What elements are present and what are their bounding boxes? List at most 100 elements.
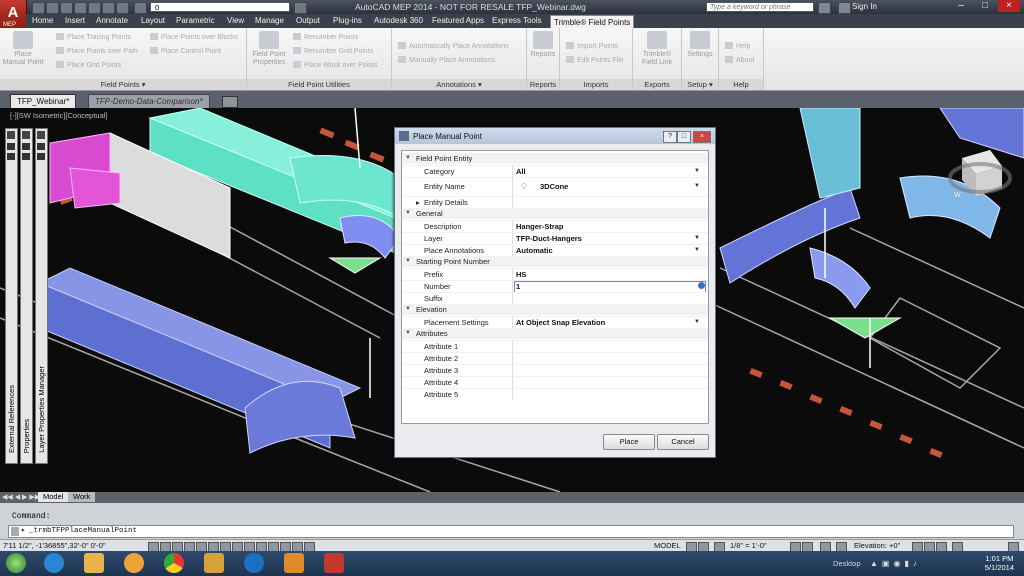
cancel-button[interactable]: Cancel bbox=[657, 434, 709, 450]
coordinates-readout[interactable]: 7'11 1/2", -1'36855",32'-0" 0'-0" bbox=[3, 541, 106, 550]
dropdown-arrow-icon[interactable]: ▼ bbox=[694, 317, 700, 328]
tab-plugins[interactable]: Plug-ins bbox=[333, 14, 362, 28]
redo-icon[interactable] bbox=[116, 2, 129, 14]
palette-layer-properties-manager[interactable]: Layer Properties Manager bbox=[35, 128, 48, 464]
tab-nav-arrows-icon[interactable]: ◀◀ ◀ ▶ ▶▶ bbox=[2, 493, 40, 501]
model-space-toggle[interactable]: MODEL bbox=[654, 541, 681, 550]
tab-view[interactable]: View bbox=[227, 14, 244, 28]
palette-external-references[interactable]: External References bbox=[5, 128, 18, 464]
panel-title[interactable]: Field Points ▾ bbox=[0, 79, 246, 90]
close-icon[interactable] bbox=[37, 131, 45, 139]
archive-icon[interactable] bbox=[204, 553, 224, 573]
property-row-description[interactable]: Description Hanger-Strap bbox=[402, 220, 708, 232]
maximize-button[interactable]: □ bbox=[974, 0, 996, 12]
property-row-attribute-4[interactable]: Attribute 4 bbox=[402, 376, 708, 388]
media-player-icon[interactable] bbox=[124, 553, 144, 573]
property-row-number[interactable]: Number 1 bbox=[402, 280, 708, 293]
settings-button[interactable]: Settings bbox=[684, 31, 716, 59]
doc-tab-tfp-webinar[interactable]: TFP_Webinar* bbox=[10, 94, 77, 109]
tab-manage[interactable]: Manage bbox=[255, 14, 284, 28]
command-input[interactable]: ▸ _trmbTFPPlaceManualPoint bbox=[8, 525, 1014, 538]
open-icon[interactable] bbox=[46, 2, 59, 14]
search-icon[interactable] bbox=[818, 2, 831, 14]
system-clock[interactable]: 1:01 PM 5/1/2014 bbox=[985, 554, 1014, 572]
edit-points-file-button[interactable]: Edit Points File bbox=[566, 56, 624, 64]
property-row-attribute-1[interactable]: Attribute 1 bbox=[402, 340, 708, 352]
place-block-over-points-button[interactable]: Place Block over Points bbox=[293, 61, 378, 69]
undo-icon[interactable] bbox=[102, 2, 115, 14]
tab-output[interactable]: Output bbox=[296, 14, 320, 28]
place-points-over-path-button[interactable]: Place Points over Path bbox=[56, 47, 138, 55]
field-point-properties-button[interactable]: Field Point Properties bbox=[249, 31, 289, 67]
autocad-taskbar-icon[interactable] bbox=[324, 553, 344, 573]
section-starting-point-number[interactable]: ▼ Starting Point Number bbox=[402, 256, 708, 267]
model-tab[interactable]: Model bbox=[38, 492, 69, 502]
property-row-layer[interactable]: Layer TFP-Duct-Hangers ▼ bbox=[402, 232, 708, 244]
close-icon[interactable] bbox=[11, 527, 19, 536]
start-button-icon[interactable] bbox=[6, 553, 26, 573]
manual-place-annotations-button[interactable]: Manually Place Annotations bbox=[398, 56, 495, 64]
property-row-place-annotations[interactable]: Place Annotations Automatic ▼ bbox=[402, 244, 708, 256]
place-control-point-button[interactable]: Place Control Point bbox=[150, 47, 221, 55]
customize-icon[interactable] bbox=[294, 2, 307, 14]
about-button[interactable]: About bbox=[725, 56, 754, 64]
search-input[interactable]: Type a keyword or phrase bbox=[706, 2, 814, 12]
minimize-button[interactable]: – bbox=[950, 0, 972, 12]
dialog-close-button[interactable]: × bbox=[693, 131, 711, 143]
property-row-attribute-5[interactable]: Attribute 5 bbox=[402, 388, 708, 400]
pin-icon[interactable] bbox=[22, 143, 30, 150]
trimble-field-link-button[interactable]: Trimble® Field Link bbox=[635, 31, 679, 67]
auto-place-annotations-button[interactable]: Automatically Place Annotations bbox=[398, 42, 509, 50]
system-tray-icons[interactable]: ▲▣◉▮♪ bbox=[870, 559, 940, 569]
section-general[interactable]: ▼ General bbox=[402, 208, 708, 219]
internet-explorer-icon[interactable] bbox=[44, 553, 64, 573]
pin-icon[interactable] bbox=[37, 143, 45, 150]
menu-icon[interactable] bbox=[22, 153, 30, 160]
new-icon[interactable] bbox=[32, 2, 45, 14]
chrome-icon[interactable] bbox=[164, 553, 184, 573]
place-grid-points-button[interactable]: Place Grid Points bbox=[56, 61, 121, 69]
new-tab-icon[interactable] bbox=[222, 96, 238, 108]
menu-icon[interactable] bbox=[7, 153, 15, 160]
tab-trimble-field-points[interactable]: Trimble® Field Points bbox=[550, 15, 635, 29]
property-row-attribute-3[interactable]: Attribute 3 bbox=[402, 364, 708, 376]
network-icon[interactable] bbox=[244, 553, 264, 573]
property-row-prefix[interactable]: Prefix HS bbox=[402, 268, 708, 280]
dialog-restore-button[interactable]: □ bbox=[677, 131, 691, 143]
close-icon[interactable] bbox=[22, 131, 30, 139]
work-tab[interactable]: Work bbox=[68, 492, 96, 502]
close-icon[interactable] bbox=[7, 131, 15, 139]
property-row-entity-details[interactable]: ▸ Entity Details bbox=[402, 196, 708, 208]
menu-icon[interactable] bbox=[37, 153, 45, 160]
dialog-help-button[interactable]: ? bbox=[663, 131, 677, 143]
place-button[interactable]: Place bbox=[603, 434, 655, 450]
tab-layout[interactable]: Layout bbox=[141, 14, 165, 28]
section-elevation[interactable]: ▼ Elevation bbox=[402, 304, 708, 315]
place-tracing-points-button[interactable]: Place Tracing Points bbox=[56, 33, 131, 41]
spin-icon[interactable] bbox=[698, 282, 705, 289]
tab-home[interactable]: Home bbox=[32, 14, 53, 28]
tab-featured-apps[interactable]: Featured Apps bbox=[432, 14, 484, 28]
section-field-point-entity[interactable]: ▼ Field Point Entity bbox=[402, 153, 708, 164]
renumber-grid-points-button[interactable]: Renumber Grid Points bbox=[293, 47, 373, 55]
desktop-toolbar[interactable]: Desktop bbox=[833, 559, 861, 568]
reports-button[interactable]: Reports bbox=[529, 31, 557, 59]
dialog-title-bar[interactable]: Place Manual Point ? □ × bbox=[395, 128, 715, 144]
import-points-button[interactable]: Import Points bbox=[566, 42, 618, 50]
renumber-points-button[interactable]: Renumber Points bbox=[293, 33, 358, 41]
doc-tab-tfp-demo-data[interactable]: TFP-Demo-Data-Comparison* bbox=[88, 94, 210, 109]
dropdown-arrow-icon[interactable]: ▼ bbox=[694, 166, 700, 177]
dropdown-arrow-icon[interactable]: ▼ bbox=[694, 233, 700, 244]
help-button[interactable]: Help bbox=[725, 42, 750, 50]
dropdown-arrow-icon[interactable]: ▼ bbox=[694, 245, 700, 256]
tab-insert[interactable]: Insert bbox=[65, 14, 85, 28]
pin-icon[interactable] bbox=[7, 143, 15, 150]
annotation-scale[interactable]: 1/8" = 1'-0" bbox=[730, 541, 767, 550]
property-row-placement-settings[interactable]: Placement Settings At Object Snap Elevati… bbox=[402, 316, 708, 328]
plot-icon[interactable] bbox=[88, 2, 101, 14]
tab-annotate[interactable]: Annotate bbox=[96, 14, 128, 28]
viewport-controls-label[interactable]: [-][SW Isometric][Conceptual] bbox=[10, 111, 108, 120]
place-points-over-blocks-button[interactable]: Place Points over Blocks bbox=[150, 33, 238, 41]
palette-properties[interactable]: Properties bbox=[20, 128, 33, 464]
property-row-attribute-2[interactable]: Attribute 2 bbox=[402, 352, 708, 364]
